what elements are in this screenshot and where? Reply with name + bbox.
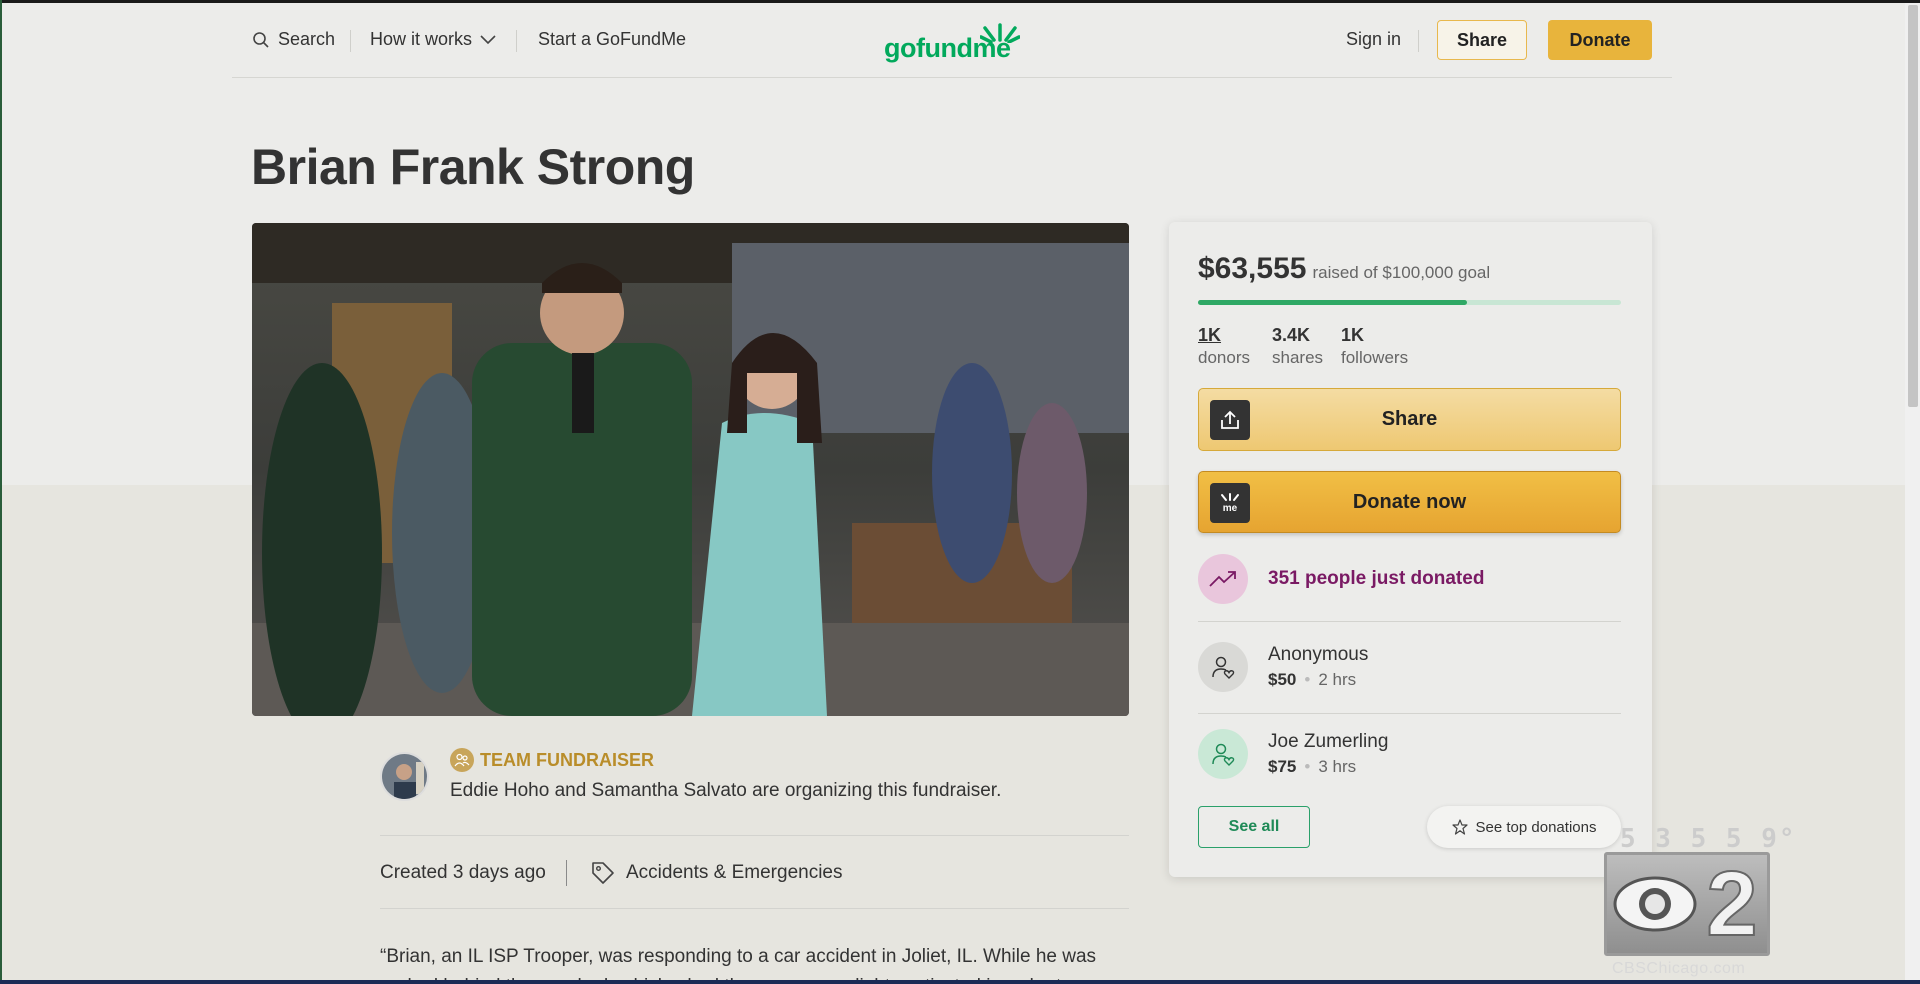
stat-value: 1K [1341, 325, 1365, 345]
card-divider [1198, 713, 1621, 714]
stat-label: followers [1341, 348, 1409, 367]
nav-separator [516, 30, 517, 52]
donor-name: Joe Zumerling [1268, 731, 1389, 752]
donation-time: 3 hrs [1318, 757, 1357, 776]
svg-text:2: 2 [1706, 855, 1757, 953]
donate-now-button[interactable]: me Donate now [1198, 471, 1621, 533]
stat-followers: 1K followers [1341, 325, 1408, 368]
star-icon [1451, 819, 1468, 835]
logo-sprout-icon [980, 23, 1020, 43]
header-share-button[interactable]: Share [1437, 20, 1527, 60]
gofundme-me-icon: me [1210, 483, 1250, 523]
nav-sign-in-label: Sign in [1346, 29, 1402, 49]
stat-label: shares [1272, 348, 1324, 367]
donation-item: Joe Zumerling $75 • 3 hrs [1198, 729, 1388, 779]
team-icon [450, 748, 474, 772]
stat-value: 3.4K [1272, 325, 1311, 345]
section-divider [380, 908, 1129, 909]
donate-now-label: Donate now [1352, 490, 1467, 513]
donor-heart-icon [1198, 642, 1248, 692]
section-divider [380, 835, 1129, 836]
donation-time: 2 hrs [1318, 670, 1357, 689]
stat-value: 1K [1198, 325, 1222, 345]
nav-search-label: Search [278, 29, 336, 49]
campaign-photo [252, 223, 1129, 716]
share-button[interactable]: Share [1198, 388, 1621, 451]
raised-amount: $63,555 [1198, 252, 1307, 285]
broadcast-temperature-readout: 5 3 5 5 9° [1620, 824, 1797, 854]
trend-text: 351 people just donated [1268, 568, 1485, 589]
progress-bar [1198, 300, 1621, 305]
gofundme-logo[interactable]: gofundme [884, 21, 1024, 63]
raised-goal: raised of $100,000 goal [1312, 263, 1491, 282]
donation-amount: $75 [1268, 757, 1297, 776]
cbs-2-logo: 2 [1604, 852, 1770, 956]
scrollbar-thumb[interactable] [1908, 5, 1918, 407]
chevron-down-icon [480, 34, 496, 44]
nav-search[interactable]: Search [252, 29, 335, 50]
see-top-donations-label: See top donations [1475, 818, 1597, 836]
created-date: Created 3 days ago [380, 862, 546, 883]
nav-separator [1418, 30, 1419, 52]
nav-how-it-works[interactable]: How it works [370, 29, 496, 50]
donor-name: Anonymous [1268, 644, 1369, 665]
campaign-story: “Brian, an IL ISP Trooper, was respondin… [380, 946, 1097, 984]
donor-heart-icon [1198, 729, 1248, 779]
organizer-avatar[interactable] [380, 752, 429, 801]
nav-start-gofundme[interactable]: Start a GoFundMe [538, 29, 686, 50]
share-upload-icon [1210, 400, 1250, 440]
header-donate-button[interactable]: Donate [1548, 20, 1652, 60]
trending-up-icon [1198, 554, 1248, 604]
donation-amount: $50 [1268, 670, 1297, 689]
team-fundraiser-label: TEAM FUNDRAISER [480, 749, 654, 770]
nav-separator [350, 30, 351, 52]
meta-dot: • [1304, 670, 1311, 689]
see-top-donations-button[interactable]: See top donations [1427, 806, 1621, 848]
category-label: Accidents & Emergencies [626, 862, 843, 883]
tag-icon [592, 862, 614, 884]
donation-card: $63,555 raised of $100,000 goal 1K donor… [1169, 222, 1652, 877]
nav-start-label: Start a GoFundMe [538, 29, 687, 49]
cbs-website-watermark: CBSChicago.com [1612, 960, 1746, 977]
progress-fill [1198, 300, 1468, 305]
donor-meta: $50 • 2 hrs [1268, 670, 1368, 690]
site-header: Search How it works Start a GoFundMe gof… [232, 3, 1672, 78]
stat-shares: 3.4K shares [1272, 325, 1323, 368]
see-all-button[interactable]: See all [1198, 806, 1310, 848]
category-link[interactable]: Accidents & Emergencies [590, 860, 843, 886]
share-button-label: Share [1381, 408, 1438, 430]
nav-how-it-works-label: How it works [370, 29, 473, 49]
donation-item: Anonymous $50 • 2 hrs [1198, 642, 1368, 692]
stat-label: donors [1198, 348, 1250, 367]
stat-donors[interactable]: 1K donors [1198, 325, 1250, 368]
campaign-title: Brian Frank Strong [251, 139, 695, 195]
organizers-text: Eddie Hoho and Samantha Salvato are orga… [450, 780, 1002, 801]
meta-dot: • [1304, 757, 1311, 776]
screen-frame-bottom [0, 980, 1920, 984]
search-icon [253, 31, 269, 48]
donor-meta: $75 • 3 hrs [1268, 757, 1388, 777]
team-fundraiser-badge: TEAM FUNDRAISER [450, 748, 654, 772]
raised-summary: $63,555 raised of $100,000 goal [1198, 252, 1490, 286]
card-divider [1198, 621, 1621, 622]
nav-sign-in[interactable]: Sign in [1346, 29, 1401, 50]
svg-text:me: me [1223, 503, 1238, 513]
recent-donations-trend: 351 people just donated [1198, 554, 1484, 604]
meta-separator [566, 860, 567, 886]
screen-frame-left [0, 0, 2, 984]
